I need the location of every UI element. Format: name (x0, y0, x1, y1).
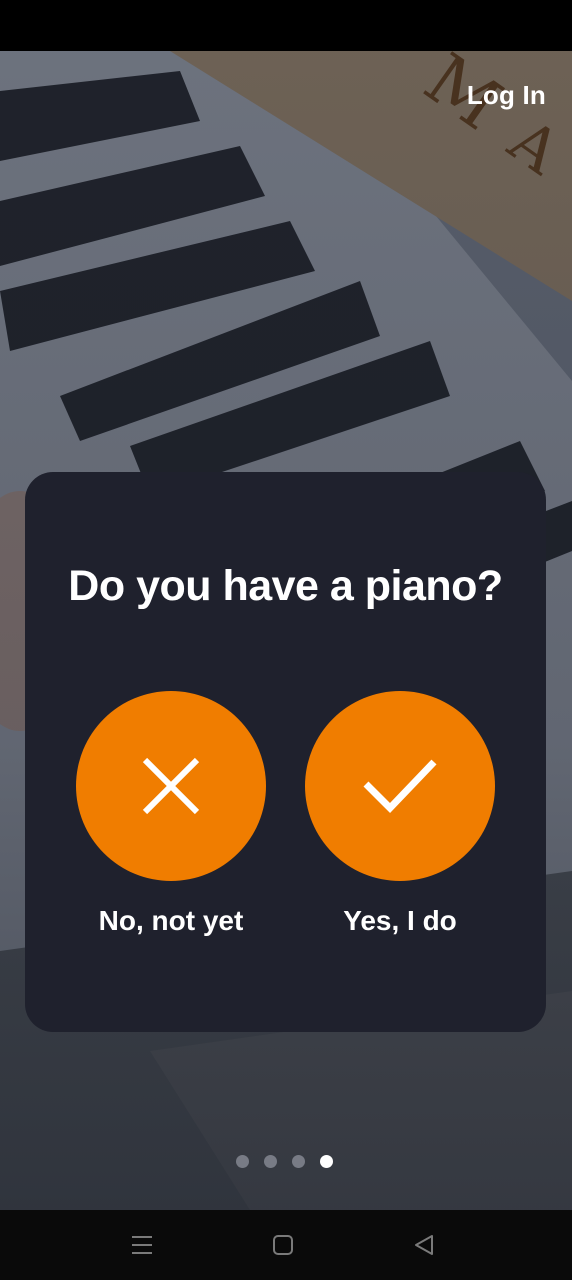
login-button[interactable]: Log In (467, 80, 546, 111)
menu-button[interactable] (129, 1232, 155, 1258)
question-card: Do you have a piano? No, not yet Yes, I … (25, 472, 546, 1032)
system-navigation-bar (0, 1210, 572, 1280)
yes-option-circle[interactable] (305, 691, 495, 881)
question-title: Do you have a piano? (68, 562, 503, 610)
page-dot (292, 1154, 305, 1168)
page-indicator (236, 1154, 333, 1168)
status-bar (0, 0, 572, 51)
no-option-label: No, not yet (98, 905, 244, 936)
close-icon (142, 757, 200, 815)
yes-option-button[interactable]: Yes, I do (305, 691, 495, 937)
yes-option-label: Yes, I do (343, 905, 457, 936)
no-option-circle[interactable] (76, 691, 266, 881)
hero-background: M A Log In Do you have a piano? (0, 51, 572, 1210)
back-button[interactable] (411, 1232, 437, 1258)
check-icon (363, 759, 437, 814)
home-button[interactable] (270, 1232, 296, 1258)
page-dot-active (320, 1154, 333, 1168)
no-option-button[interactable]: No, not yet (76, 691, 266, 937)
menu-icon (132, 1236, 152, 1254)
page-dot (236, 1154, 249, 1168)
onboarding-screen: M A Log In Do you have a piano? (0, 0, 572, 1280)
back-icon (415, 1235, 433, 1255)
page-dot (264, 1154, 277, 1168)
home-icon (273, 1235, 293, 1255)
